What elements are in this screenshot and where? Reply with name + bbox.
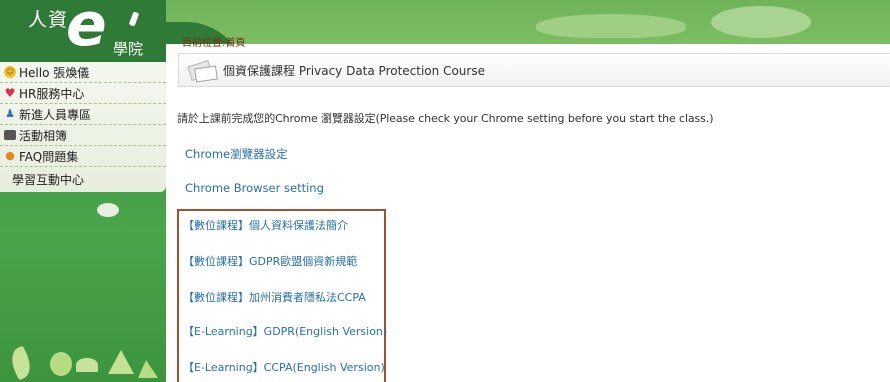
sidebar-item-hr-service[interactable]: ♥ HR服務中心 (0, 83, 166, 104)
sidebar-item-label: Hello 張煥儀 (19, 65, 90, 80)
course-link-gdpr-en[interactable]: 【E-Learning】GDPR(English Version) (183, 323, 387, 339)
course-link-pdpa-intro[interactable]: 【數位課程】個人資料保護法簡介 (183, 217, 348, 233)
chrome-settings-link-zh[interactable]: Chrome瀏覽器設定 (185, 146, 288, 162)
smiley-icon: ☺ (4, 66, 16, 78)
course-link-gdpr-zh[interactable]: 【數位課程】GDPR歐盟個資新規範 (183, 253, 357, 269)
logo-accent (128, 11, 140, 27)
people-icon: ♟ (5, 107, 15, 120)
leaf-decoration (138, 360, 158, 378)
sidebar-item-faq[interactable]: ● FAQ問題集 (0, 146, 166, 167)
documents-icon (187, 58, 219, 83)
sidebar: 人資 e 學院 ☺ Hello 張煥儀 ♥ HR服務中心 ♟ 新進人員專區 活動… (0, 0, 166, 382)
sidebar-item-learning-center[interactable]: 學習互動中心 (0, 167, 166, 192)
instruction-text: 請於上課前完成您的Chrome 瀏覽器設定(Please check your … (177, 112, 714, 125)
banner-hill (536, 14, 686, 38)
sidebar-item-photo-album[interactable]: 活動相簿 (0, 125, 166, 146)
logo-subtitle: 學院 (113, 40, 144, 58)
sidebar-item-new-employee[interactable]: ♟ 新進人員專區 (0, 104, 166, 125)
leaf-decoration (6, 345, 36, 381)
course-link-ccpa-en[interactable]: 【E-Learning】CCPA(English Version) (183, 359, 385, 375)
site-logo[interactable]: 人資 e 學院 (0, 0, 166, 62)
chrome-settings-link-en[interactable]: Chrome Browser setting (185, 181, 324, 195)
leaf-decoration (50, 352, 72, 376)
sidebar-item-label: HR服務中心 (19, 86, 85, 101)
course-list: 【數位課程】個人資料保護法簡介 【數位課程】GDPR歐盟個資新規範 【數位課程】… (177, 209, 387, 382)
decorative-dot (97, 203, 119, 217)
camera-icon (4, 130, 16, 140)
sidebar-item-hello[interactable]: ☺ Hello 張煥儀 (0, 62, 166, 83)
lightbulb-icon: ● (5, 149, 15, 162)
top-banner (166, 0, 890, 44)
page-title: 個資保護課程 Privacy Data Protection Course (223, 63, 485, 78)
heart-icon: ♥ (4, 86, 16, 100)
sidebar-item-label: 新進人員專區 (19, 107, 92, 122)
sidebar-item-label: 學習互動中心 (12, 173, 85, 187)
logo-title: 人資 (28, 9, 69, 31)
course-link-ccpa-zh[interactable]: 【數位課程】加州消費者隱私法CCPA (183, 289, 366, 305)
logo-letter: e (66, 0, 107, 60)
course-header: 個資保護課程 Privacy Data Protection Course (178, 53, 890, 87)
sidebar-item-label: FAQ問題集 (19, 149, 79, 164)
sidebar-item-label: 活動相簿 (19, 128, 68, 143)
banner-cloud (711, 6, 811, 38)
leaf-decoration (76, 358, 98, 372)
sidebar-menu: ☺ Hello 張煥儀 ♥ HR服務中心 ♟ 新進人員專區 活動相簿 ● FAQ… (0, 62, 166, 192)
leaf-decoration (108, 350, 134, 374)
breadcrumb: 目前位置:首頁 (182, 38, 246, 49)
